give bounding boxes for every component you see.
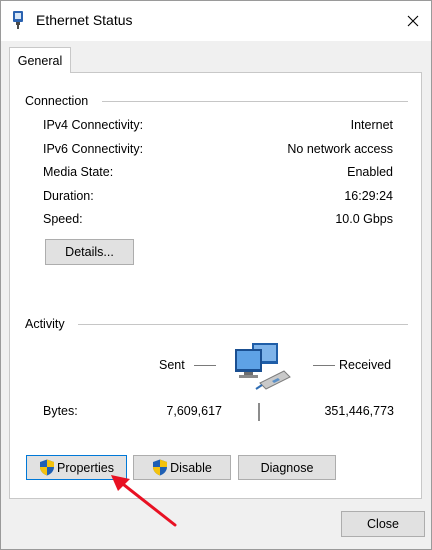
received-label: Received [339,358,392,372]
title-bar: Ethernet Status [1,1,431,41]
duration-value: 16:29:24 [344,189,393,203]
uac-shield-icon [40,459,54,476]
window-title: Ethernet Status [36,12,133,28]
sent-label: Sent [159,358,185,372]
bytes-separator [258,403,260,421]
general-panel: Connection IPv4 Connectivity: Internet I… [9,72,422,499]
details-button[interactable]: Details... [45,239,134,265]
connection-divider [102,101,408,102]
connection-heading: Connection [25,94,95,108]
tab-general-label: General [17,53,63,68]
close-window-button[interactable] [395,1,431,41]
close-icon [407,15,419,27]
bytes-received-value: 351,446,773 [324,404,394,418]
red-arrow-annotation [111,475,177,527]
close-button[interactable]: Close [341,511,425,537]
duration-label: Duration: [43,189,94,203]
speed-label: Speed: [43,212,83,226]
sent-connector [194,365,216,366]
bytes-label: Bytes: [43,404,78,418]
bytes-sent-value: 7,609,617 [166,404,222,418]
ethernet-adapter-icon [13,11,23,29]
ipv4-label: IPv4 Connectivity: [43,118,144,132]
ethernet-status-window: Ethernet Status General Connection IPv4 … [0,0,432,550]
activity-divider [78,324,408,325]
ipv4-value: Internet [350,118,393,132]
received-connector [313,365,335,366]
activity-heading: Activity [25,317,71,331]
ipv6-label: IPv6 Connectivity: [43,142,144,156]
media-state-value: Enabled [347,165,393,179]
media-state-label: Media State: [43,165,114,179]
diagnose-button[interactable]: Diagnose [238,455,336,480]
network-computers-icon [235,343,291,390]
ipv6-value: No network access [287,142,393,156]
tab-general[interactable]: General [9,47,71,73]
speed-value: 10.0 Gbps [335,212,393,226]
